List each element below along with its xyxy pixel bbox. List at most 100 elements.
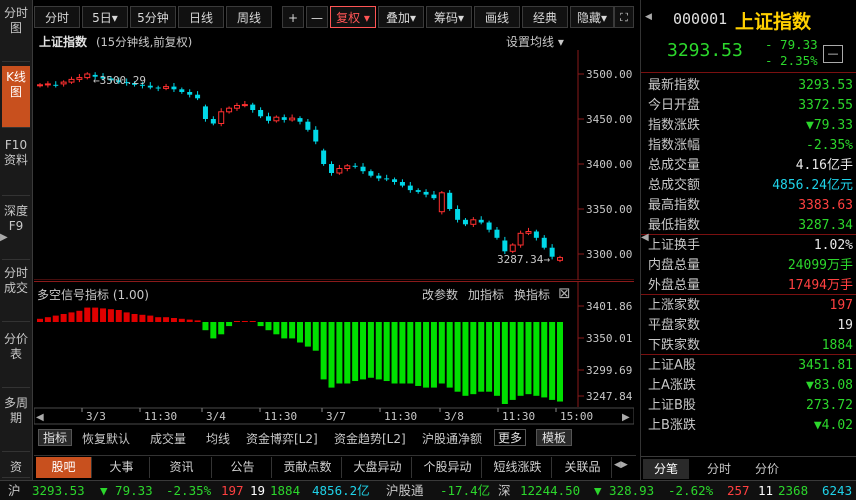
collapse-right-icon[interactable]: ◀ xyxy=(641,232,649,243)
signal-bar-up xyxy=(155,317,162,322)
quote-row: 最低指数 3287.34 xyxy=(648,216,853,236)
signal-bar-down xyxy=(289,322,296,339)
quote-row: 总成交量 4.16亿手 xyxy=(648,156,853,176)
sh-down-count: 1884 xyxy=(270,483,301,498)
indicator-tab-fund-trend[interactable]: 资金趋势[L2] xyxy=(334,430,406,447)
indicator-tab-ma[interactable]: 均线 xyxy=(206,430,230,447)
candle-body-down xyxy=(329,164,335,173)
quote-value: ▼79.33 xyxy=(806,118,853,133)
chips-dropdown[interactable]: 筹码▾ xyxy=(426,6,472,28)
quote-value: 4.16亿手 xyxy=(795,158,853,173)
news-tab-news[interactable]: 资讯 xyxy=(152,457,212,478)
candle-body-up xyxy=(233,105,240,109)
signal-bar-down xyxy=(415,322,422,386)
signal-bar-down xyxy=(478,322,485,392)
hgt-label: 沪股通 xyxy=(386,483,424,498)
period-5min-button[interactable]: 5分钟 xyxy=(130,6,176,28)
candle-body-up xyxy=(84,73,91,79)
candle-body-down xyxy=(455,209,461,220)
quote-label: 最高指数 xyxy=(648,198,701,213)
signal-bar-down xyxy=(438,322,445,384)
stock-code: 000001 xyxy=(673,10,728,28)
candle-body-down xyxy=(407,185,413,191)
quote-value: 1884 xyxy=(821,338,853,353)
news-tab-market-move[interactable]: 大盘异动 xyxy=(344,457,412,478)
news-tab-short-term[interactable]: 短线涨跌 xyxy=(484,457,552,478)
right-tab-ticks[interactable]: 分笔 xyxy=(643,459,689,479)
zoom-out-button[interactable]: — xyxy=(306,6,328,28)
tab-more[interactable]: 资 xyxy=(2,456,30,478)
period-intraday-button[interactable]: 分时 xyxy=(34,6,80,28)
indicator-tab-template[interactable]: 模板 xyxy=(536,429,572,446)
indicator-tab-hgt[interactable]: 沪股通净额 xyxy=(422,430,482,447)
news-scroll-icon[interactable]: ◀▶ xyxy=(614,460,628,470)
candle-body-up xyxy=(163,86,170,89)
minimize-icon[interactable]: — xyxy=(823,45,843,63)
signal-bar-down xyxy=(486,322,493,392)
time-axis: ◀ ▶ 3/3 11:30 3/4 11:30 3/7 11:30 3/8 11:30 15:0… xyxy=(34,407,634,425)
adjust-dropdown[interactable]: 复权 ▾ xyxy=(330,6,376,28)
indicator-tab-indicator[interactable]: 指标 xyxy=(38,429,72,446)
classic-button[interactable]: 经典 xyxy=(522,6,568,28)
candle-body-up xyxy=(60,81,67,85)
tab-price-table[interactable]: 分价表 xyxy=(2,328,30,388)
indicator-tab-reset[interactable]: 恢复默认 xyxy=(82,430,130,447)
candle-body-down xyxy=(533,231,539,238)
signal-bar-up xyxy=(233,321,240,322)
tab-intraday[interactable]: 分时图 xyxy=(2,2,30,62)
candle-body-down xyxy=(147,85,153,88)
quote-label: 今日开盘 xyxy=(648,98,701,113)
news-tab-related[interactable]: 关联品 xyxy=(554,457,612,478)
hide-dropdown[interactable]: 隐藏▾ xyxy=(570,6,614,28)
signal-bar-up xyxy=(194,320,201,322)
signal-bar-up xyxy=(52,315,59,322)
tab-multi-period[interactable]: 多周期 xyxy=(2,392,30,452)
news-tab-events[interactable]: 大事 xyxy=(94,457,150,478)
signal-bar-down xyxy=(352,322,359,382)
quote-value: 1.02% xyxy=(813,238,853,253)
indicator-tab-fund-game[interactable]: 资金博弈[L2] xyxy=(246,430,318,447)
candle-body-up xyxy=(517,232,524,246)
quote-row: 平盘家数 19 xyxy=(648,316,853,336)
indicator-tab-more[interactable]: 更多 xyxy=(494,429,526,446)
signal-bar-up xyxy=(163,317,170,322)
sh-price[interactable]: 3293.53 xyxy=(32,481,85,500)
indicator-tick-label: 3247.84 xyxy=(586,390,633,403)
news-tab-stock-move[interactable]: 个股异动 xyxy=(414,457,482,478)
signal-bar-down xyxy=(407,322,414,384)
collapse-left-icon[interactable]: ▶ xyxy=(0,232,8,248)
time-tick-label: 3/4 xyxy=(206,410,226,423)
right-tab-intraday[interactable]: 分时 xyxy=(697,459,741,479)
candle-body-up xyxy=(241,104,248,107)
zoom-in-button[interactable]: + xyxy=(282,6,304,28)
signal-bar-down xyxy=(533,322,540,396)
candle-body-down xyxy=(431,194,437,199)
quote-label: 最低指数 xyxy=(648,218,701,233)
tab-kline[interactable]: K线图 xyxy=(2,66,30,128)
candle-body-down xyxy=(321,150,327,164)
period-5day-button[interactable]: 5日▾ xyxy=(82,6,128,28)
sz-price[interactable]: 12244.50 xyxy=(520,481,580,500)
prev-stock-icon[interactable]: ◀ xyxy=(645,12,652,22)
news-tab-contribution[interactable]: 贡献点数 xyxy=(274,457,342,478)
overlay-dropdown[interactable]: 叠加▾ xyxy=(378,6,424,28)
price-tick-label: 3400.00 xyxy=(586,158,632,171)
news-tab-announcement[interactable]: 公告 xyxy=(214,457,272,478)
kline-chart[interactable]: 3500.00 3450.00 3400.00 3350.00 3300.00 ←350… xyxy=(34,32,634,280)
signal-bar-down xyxy=(493,322,500,396)
draw-line-button[interactable]: 画线 xyxy=(474,6,520,28)
status-bar: 沪 3293.53 ▼ 79.33 -2.35% 197 19 1884 485… xyxy=(0,480,856,500)
candle-body-down xyxy=(376,175,382,179)
period-day-button[interactable]: 日线 xyxy=(178,6,224,28)
stock-change-pct: - 2.35% xyxy=(765,53,818,68)
indicator-tab-volume[interactable]: 成交量 xyxy=(150,430,186,447)
tab-f10[interactable]: F10资料 xyxy=(2,134,30,196)
expand-icon[interactable]: ⛶ xyxy=(614,6,634,28)
period-week-button[interactable]: 周线 xyxy=(226,6,272,28)
right-tab-price[interactable]: 分价 xyxy=(745,459,789,479)
sh-pct: -2.35% xyxy=(166,483,212,498)
candle-body-down xyxy=(179,89,185,92)
news-tab-guba[interactable]: 股吧 xyxy=(36,457,92,478)
tab-depth[interactable]: 深度F9 xyxy=(2,200,30,260)
tab-ticks[interactable]: 分时成交 xyxy=(2,262,30,322)
